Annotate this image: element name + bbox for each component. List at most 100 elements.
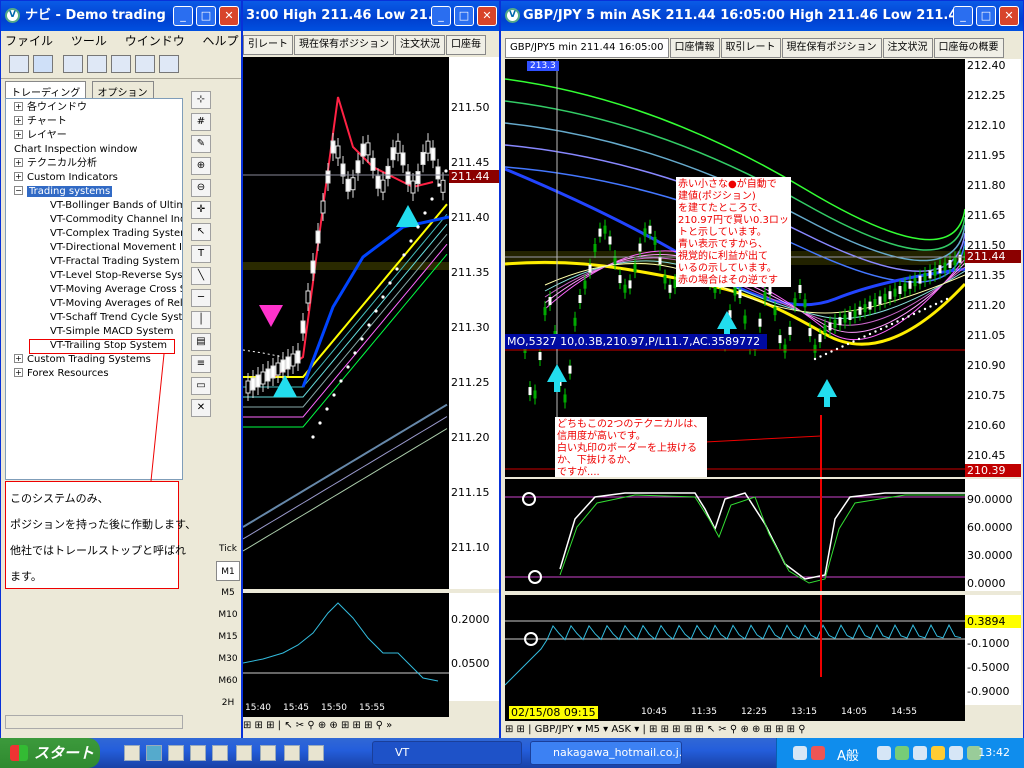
expand-icon[interactable]: +: [14, 172, 23, 181]
toolbar-icons-left[interactable]: ⊞ ⊞ |: [505, 724, 535, 735]
tree-scrollbar[interactable]: [5, 715, 183, 729]
timeframe-m60[interactable]: M60: [216, 671, 240, 691]
tree-item-category[interactable]: + 各ウインドウ: [14, 101, 87, 115]
expand-icon[interactable]: +: [14, 158, 23, 167]
tree-item-system[interactable]: VT-Commodity Channel Inde: [50, 213, 182, 227]
layout-vertical-icon[interactable]: [87, 55, 107, 73]
timeframe-m30[interactable]: M30: [216, 649, 240, 669]
side-select[interactable]: ASK: [611, 724, 631, 735]
timeframe-m5[interactable]: M5: [216, 583, 240, 603]
menu-tools[interactable]: ツール: [71, 34, 107, 48]
tree-item-system[interactable]: VT-Bollinger Bands of Ultima: [50, 199, 182, 213]
task-vt[interactable]: VT: [372, 741, 522, 765]
pin-icon[interactable]: [9, 55, 29, 73]
tree-item-category[interactable]: + テクニカル分析: [14, 157, 97, 171]
timeframe-m10[interactable]: M10: [216, 605, 240, 625]
tree-item-category[interactable]: + Custom Trading Systems: [14, 353, 151, 367]
chart2-osc2-pane[interactable]: [505, 595, 965, 705]
tray-icon[interactable]: [895, 746, 909, 760]
quicklaunch-desktop-icon[interactable]: [124, 745, 140, 761]
tree-item-system[interactable]: VT-Moving Averages of Rela: [50, 297, 182, 311]
delete-icon[interactable]: ✕: [191, 399, 211, 417]
timeframe-m1[interactable]: M1: [216, 561, 240, 581]
tree-item-category[interactable]: Chart Inspection window: [14, 143, 137, 157]
ime-indicator[interactable]: A般: [837, 745, 859, 764]
zoom-in-icon[interactable]: ⊕: [191, 157, 211, 175]
layout-horizontal-icon[interactable]: [63, 55, 83, 73]
quicklaunch-app-icon[interactable]: [260, 745, 276, 761]
channel-icon[interactable]: ▤: [191, 333, 211, 351]
vline-icon[interactable]: │: [191, 311, 211, 329]
new-window-icon[interactable]: [135, 55, 155, 73]
task-browser[interactable]: nakagawa_hotmail.co.j...: [530, 741, 682, 765]
maximize-button[interactable]: □: [196, 6, 216, 26]
menu-window[interactable]: ウインドウ: [125, 34, 185, 48]
timeframe-2h[interactable]: 2H: [216, 693, 240, 713]
minimize-button[interactable]: _: [431, 6, 451, 26]
timeframe-select[interactable]: M5: [585, 724, 600, 735]
tree-item-system[interactable]: VT-Simple MACD System: [50, 325, 173, 339]
expand-icon[interactable]: +: [14, 116, 23, 125]
timeframe-m15[interactable]: M15: [216, 627, 240, 647]
tree-item-system[interactable]: VT-Directional Movement In: [50, 241, 182, 255]
tab-rates[interactable]: 引レート: [243, 35, 293, 55]
tray-icon[interactable]: [877, 746, 891, 760]
tab-positions[interactable]: 現在保有ポジション: [294, 35, 394, 55]
tree-item-system[interactable]: VT-Schaff Trend Cycle Syst: [50, 311, 182, 325]
tree-item-category[interactable]: − Trading systems: [14, 185, 113, 199]
save-layout-icon[interactable]: [159, 55, 179, 73]
minimize-button[interactable]: _: [953, 6, 973, 26]
text-icon[interactable]: T: [191, 245, 211, 263]
tree-item-category[interactable]: + チャート: [14, 115, 67, 129]
toolbar-icons-right[interactable]: | ⊞ ⊞ ⊞ ⊞ ⊞ ↖ ✂ ⚲ ⊕ ⊕ ⊞ ⊞ ⊞ ⚲: [642, 724, 805, 735]
toolbar-icons[interactable]: ⊞ ⊞ ⊞ | ↖ ✂ ⚲ ⊕ ⊕ ⊞ ⊞ ⊞ ⚲ »: [243, 720, 392, 731]
tree-item-category[interactable]: + レイヤー: [14, 129, 67, 143]
tree-item-category[interactable]: + Custom Indicators: [14, 171, 118, 185]
box-icon[interactable]: ▭: [191, 377, 211, 395]
collapse-icon[interactable]: −: [14, 186, 23, 195]
quicklaunch-app-icon[interactable]: [168, 745, 184, 761]
tray-icon[interactable]: [931, 746, 945, 760]
grid-icon[interactable]: #: [191, 113, 211, 131]
tab-rates[interactable]: 取引レート: [720, 38, 781, 58]
quicklaunch-ie-icon[interactable]: [146, 745, 162, 761]
tab-chart[interactable]: GBP/JPY5 min 211.44 16:05:00: [505, 38, 669, 58]
chart2-price-pane[interactable]: MO,5327 10,0.3B,210.97,P/L11.7,AC.358977…: [505, 59, 965, 477]
tray-icon[interactable]: [913, 746, 927, 760]
tab-positions[interactable]: 現在保有ポジション: [781, 38, 882, 58]
start-button[interactable]: スタート: [0, 738, 100, 768]
tray-icon[interactable]: [949, 746, 963, 760]
zoom-out-icon[interactable]: ⊖: [191, 179, 211, 197]
tray-icon[interactable]: [811, 746, 825, 760]
minimize-button[interactable]: _: [173, 6, 193, 26]
quicklaunch-app-icon[interactable]: [190, 745, 206, 761]
expand-icon[interactable]: +: [14, 368, 23, 377]
quicklaunch-app-icon[interactable]: [308, 745, 324, 761]
maximize-button[interactable]: □: [976, 6, 996, 26]
crosshair-icon[interactable]: ✛: [191, 201, 211, 219]
tab-account-info[interactable]: 口座情報: [669, 38, 720, 58]
expand-icon[interactable]: +: [14, 130, 23, 139]
tree-item-system[interactable]: VT-Complex Trading System: [50, 227, 182, 241]
fibo-icon[interactable]: ≡: [191, 355, 211, 373]
tab-accounts[interactable]: 口座毎: [446, 35, 486, 55]
cascade-icon[interactable]: [111, 55, 131, 73]
chart1-osc-pane[interactable]: [243, 593, 449, 701]
tree-item-category[interactable]: + Forex Resources: [14, 367, 109, 381]
tab-orders[interactable]: 注文状況: [882, 38, 933, 58]
chart1-price-pane[interactable]: [243, 57, 449, 589]
close-button[interactable]: ✕: [219, 6, 239, 26]
tree-item-system[interactable]: VT-Level Stop-Reverse Sys: [50, 269, 182, 283]
tab-orders[interactable]: 注文状況: [395, 35, 445, 55]
quicklaunch-app-icon[interactable]: [236, 745, 252, 761]
menu-help[interactable]: ヘルプ: [203, 34, 239, 48]
edit-icon[interactable]: ✎: [191, 135, 211, 153]
tray-icon[interactable]: [793, 746, 807, 760]
expand-icon[interactable]: +: [14, 102, 23, 111]
currency-select[interactable]: GBP/JPY: [535, 724, 574, 735]
hline-icon[interactable]: ─: [191, 289, 211, 307]
tab-account-summary[interactable]: 口座毎の概要: [933, 38, 1004, 58]
chart2-osc-pane[interactable]: [505, 479, 965, 591]
quicklaunch-app-icon[interactable]: [212, 745, 228, 761]
maximize-button[interactable]: □: [454, 6, 474, 26]
